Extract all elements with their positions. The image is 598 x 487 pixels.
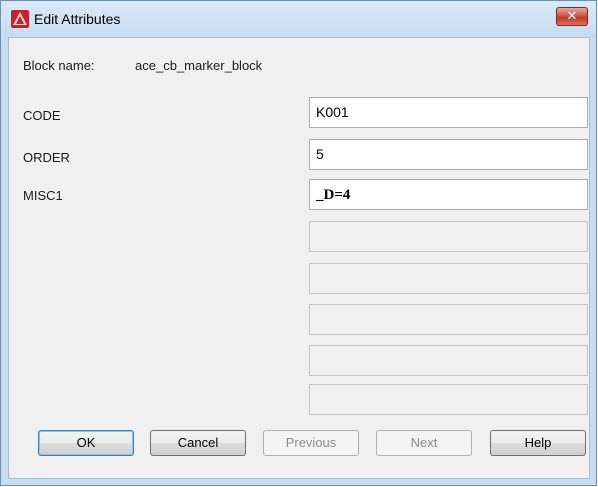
window-title: Edit Attributes bbox=[34, 11, 121, 27]
block-name-value: ace_cb_marker_block bbox=[135, 58, 263, 73]
attribute-value-misc1: _D=4 bbox=[316, 187, 351, 203]
attribute-input-empty bbox=[309, 384, 588, 415]
attribute-input-empty bbox=[309, 345, 588, 376]
attribute-input-empty bbox=[309, 221, 588, 252]
attribute-label-code: CODE bbox=[23, 108, 61, 123]
attribute-input-code[interactable]: K001 bbox=[309, 97, 588, 128]
attribute-label-misc1: MISC1 bbox=[23, 188, 63, 203]
close-icon: ✕ bbox=[566, 9, 578, 24]
previous-button[interactable]: Previous bbox=[263, 430, 359, 456]
attribute-label-order: ORDER bbox=[23, 150, 70, 165]
block-name-label: Block name: bbox=[23, 58, 95, 73]
close-button[interactable]: ✕ bbox=[556, 7, 588, 26]
next-button[interactable]: Next bbox=[376, 430, 472, 456]
autocad-app-icon bbox=[11, 10, 29, 28]
edit-attributes-dialog: Edit Attributes ✕ Block name: ace_cb_mar… bbox=[0, 0, 597, 486]
attribute-input-order[interactable]: 5 bbox=[309, 139, 588, 170]
dialog-body: Block name: ace_cb_marker_block CODE K00… bbox=[8, 37, 590, 479]
attribute-value-code: K001 bbox=[316, 104, 349, 120]
attribute-input-empty bbox=[309, 263, 588, 294]
attribute-input-misc1[interactable]: _D=4 bbox=[309, 179, 588, 210]
cancel-button[interactable]: Cancel bbox=[150, 430, 246, 456]
help-button[interactable]: Help bbox=[490, 430, 586, 456]
attribute-value-order: 5 bbox=[316, 146, 324, 162]
title-bar[interactable]: Edit Attributes ✕ bbox=[1, 1, 596, 37]
ok-button[interactable]: OK bbox=[38, 430, 134, 456]
attribute-input-empty bbox=[309, 304, 588, 335]
